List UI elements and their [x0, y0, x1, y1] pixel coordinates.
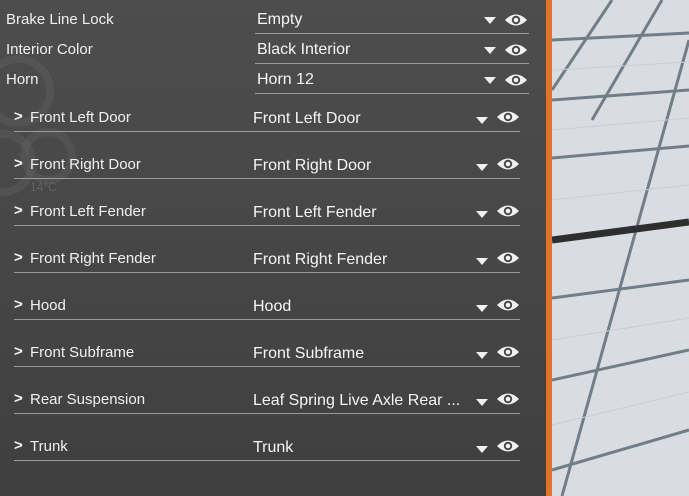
row-divider — [14, 225, 520, 226]
chevron-right-icon[interactable]: > — [14, 108, 23, 125]
eye-icon[interactable] — [496, 250, 520, 271]
select-underline — [255, 63, 529, 64]
part-select[interactable]: Front Right Door — [253, 157, 371, 175]
part-select[interactable]: Front Right Fender — [253, 251, 387, 269]
row-divider — [14, 131, 520, 132]
chevron-right-icon[interactable]: > — [14, 343, 23, 360]
eye-icon[interactable] — [496, 297, 520, 318]
dropdown-arrow-icon[interactable] — [476, 258, 488, 265]
part-label: Front Left Door — [30, 109, 131, 126]
part-select[interactable]: Front Left Fender — [253, 204, 377, 222]
select-underline — [255, 93, 529, 94]
part-select[interactable]: Front Left Door — [253, 110, 361, 128]
background-temperature: 14°C — [30, 180, 57, 194]
part-label: Rear Suspension — [30, 391, 146, 408]
eye-icon[interactable] — [496, 156, 520, 177]
dropdown-arrow-icon[interactable] — [476, 211, 488, 218]
part-label: Front Right Door — [30, 156, 141, 173]
chevron-right-icon[interactable]: > — [14, 249, 23, 266]
dropdown-arrow-icon[interactable] — [476, 352, 488, 359]
row-divider — [14, 178, 520, 179]
3d-viewport[interactable] — [552, 0, 689, 496]
dropdown-arrow-icon[interactable] — [476, 164, 488, 171]
row-divider — [14, 319, 520, 320]
part-select[interactable]: Hood — [253, 298, 291, 316]
option-label: Horn — [6, 71, 39, 88]
part-label: Trunk — [30, 438, 68, 455]
chevron-right-icon[interactable]: > — [14, 296, 23, 313]
option-label: Brake Line Lock — [6, 11, 114, 28]
eye-icon[interactable] — [496, 203, 520, 224]
floor-grid — [552, 0, 689, 496]
eye-icon[interactable] — [496, 109, 520, 130]
row-divider — [14, 366, 520, 367]
part-select[interactable]: Leaf Spring Live Axle Rear ... — [253, 392, 460, 410]
dropdown-arrow-icon[interactable] — [484, 17, 496, 24]
row-divider — [14, 460, 520, 461]
eye-icon[interactable] — [504, 12, 528, 33]
part-select[interactable]: Trunk — [253, 439, 293, 457]
dropdown-arrow-icon[interactable] — [476, 446, 488, 453]
parts-panel: 14°C Brake Line Lock Empty Interior Color B… — [0, 0, 546, 496]
dropdown-arrow-icon[interactable] — [484, 47, 496, 54]
dropdown-arrow-icon[interactable] — [484, 77, 496, 84]
part-label: Hood — [30, 297, 66, 314]
dropdown-arrow-icon[interactable] — [476, 305, 488, 312]
select-underline — [255, 33, 529, 34]
option-label: Interior Color — [6, 41, 93, 58]
part-label: Front Right Fender — [30, 250, 156, 267]
part-label: Front Subframe — [30, 344, 135, 361]
option-select[interactable]: Horn 12 — [257, 71, 314, 89]
eye-icon[interactable] — [504, 42, 528, 63]
eye-icon[interactable] — [496, 391, 520, 412]
chevron-right-icon[interactable]: > — [14, 202, 23, 219]
chevron-right-icon[interactable]: > — [14, 155, 23, 172]
chevron-right-icon[interactable]: > — [14, 437, 23, 454]
eye-icon[interactable] — [496, 344, 520, 365]
dropdown-arrow-icon[interactable] — [476, 399, 488, 406]
row-divider — [14, 272, 520, 273]
part-label: Front Left Fender — [30, 203, 146, 220]
option-select[interactable]: Empty — [257, 11, 302, 29]
dropdown-arrow-icon[interactable] — [476, 117, 488, 124]
row-divider — [14, 413, 520, 414]
option-select[interactable]: Black Interior — [257, 41, 350, 59]
chevron-right-icon[interactable]: > — [14, 390, 23, 407]
part-select[interactable]: Front Subframe — [253, 345, 364, 363]
eye-icon[interactable] — [496, 438, 520, 459]
eye-icon[interactable] — [504, 72, 528, 93]
